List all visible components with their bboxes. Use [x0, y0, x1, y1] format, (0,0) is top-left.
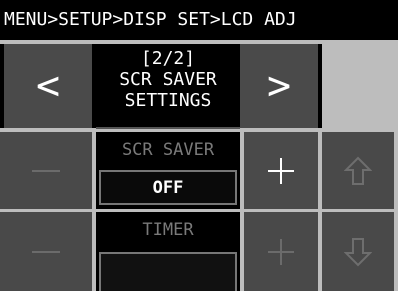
chevron-right-icon: >: [266, 63, 292, 109]
scr-saver-decrease-button[interactable]: [0, 132, 92, 209]
arrow-down-icon: [344, 237, 372, 266]
title-underline: [96, 127, 240, 129]
divider-right-edge: [394, 132, 398, 291]
page-indicator: [2/2]: [140, 48, 196, 69]
scr-saver-increase-button[interactable]: [244, 132, 318, 209]
next-page-button[interactable]: >: [240, 44, 318, 128]
chevron-left-icon: <: [35, 63, 61, 109]
page-title-line2: SETTINGS: [124, 90, 212, 111]
minus-icon: [32, 169, 60, 172]
arrow-up-icon: [344, 156, 372, 185]
divider-right-top: [322, 44, 398, 128]
prev-page-button[interactable]: <: [4, 44, 92, 128]
plus-icon: [268, 157, 294, 184]
timer-value[interactable]: [99, 252, 237, 291]
timer-label: TIMER: [142, 220, 194, 240]
timer-decrease-button[interactable]: [0, 212, 92, 291]
scr-saver-label: SCR SAVER: [121, 140, 215, 160]
scr-saver-panel: SCR SAVER OFF: [96, 132, 240, 209]
timer-panel: TIMER: [96, 212, 240, 291]
breadcrumb: MENU>SETUP>DISP SET>LCD ADJ: [0, 0, 398, 40]
page-title-line1: SCR SAVER: [119, 69, 217, 90]
page-title: [2/2] SCR SAVER SETTINGS: [96, 44, 240, 126]
minus-icon: [32, 250, 60, 253]
plus-icon: [268, 238, 294, 265]
timer-increase-button[interactable]: [244, 212, 318, 291]
scroll-down-button[interactable]: [322, 212, 394, 291]
scr-saver-value[interactable]: OFF: [99, 170, 237, 205]
scroll-up-button[interactable]: [322, 132, 394, 209]
